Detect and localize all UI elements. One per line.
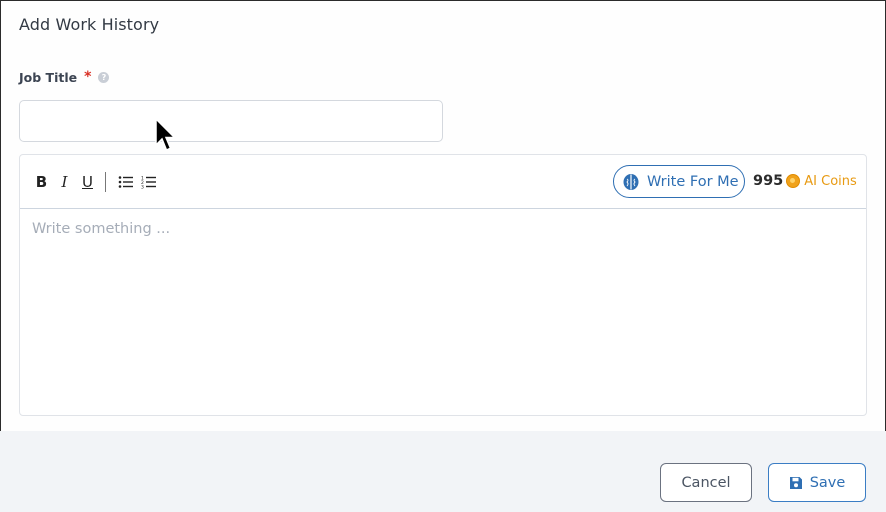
cancel-button[interactable]: Cancel: [660, 463, 752, 502]
numbered-list-icon: 1 2 3: [141, 175, 156, 189]
coin-icon: [786, 174, 801, 188]
save-label: Save: [809, 474, 846, 491]
toolbar-divider: [105, 171, 106, 192]
editor-placeholder[interactable]: Write something ...: [32, 221, 170, 237]
svg-text:3: 3: [141, 184, 144, 189]
job-title-input[interactable]: [19, 100, 443, 142]
save-button[interactable]: Save: [768, 463, 866, 502]
dialog-title: Add Work History: [19, 15, 160, 34]
bullet-list-icon: [118, 175, 133, 188]
bold-button[interactable]: B: [30, 170, 53, 194]
numbered-list-button[interactable]: 1 2 3: [137, 170, 160, 194]
job-title-label-text: Job Title: [19, 69, 78, 85]
editor-toolbar: B I U 1 2 3 Write For Me 995 AI Coins: [20, 155, 866, 209]
bullet-list-button[interactable]: [114, 170, 137, 194]
brain-icon: [623, 173, 639, 190]
ai-coins-balance: 995 AI Coins: [753, 173, 857, 189]
dialog-footer: Cancel Save: [0, 431, 886, 512]
job-title-label: Job Title * ?: [19, 69, 110, 85]
write-for-me-button[interactable]: Write For Me: [613, 165, 745, 198]
underline-button[interactable]: U: [76, 170, 99, 194]
required-marker: *: [84, 69, 92, 85]
rich-text-editor: B I U 1 2 3 Write For Me 995 AI Coins Wr…: [19, 154, 867, 416]
coins-unit: AI Coins: [804, 173, 857, 189]
italic-button[interactable]: I: [53, 170, 76, 194]
help-icon[interactable]: ?: [98, 71, 110, 83]
save-icon: [789, 476, 802, 489]
coins-count: 995: [753, 173, 784, 189]
write-for-me-label: Write For Me: [647, 173, 739, 190]
